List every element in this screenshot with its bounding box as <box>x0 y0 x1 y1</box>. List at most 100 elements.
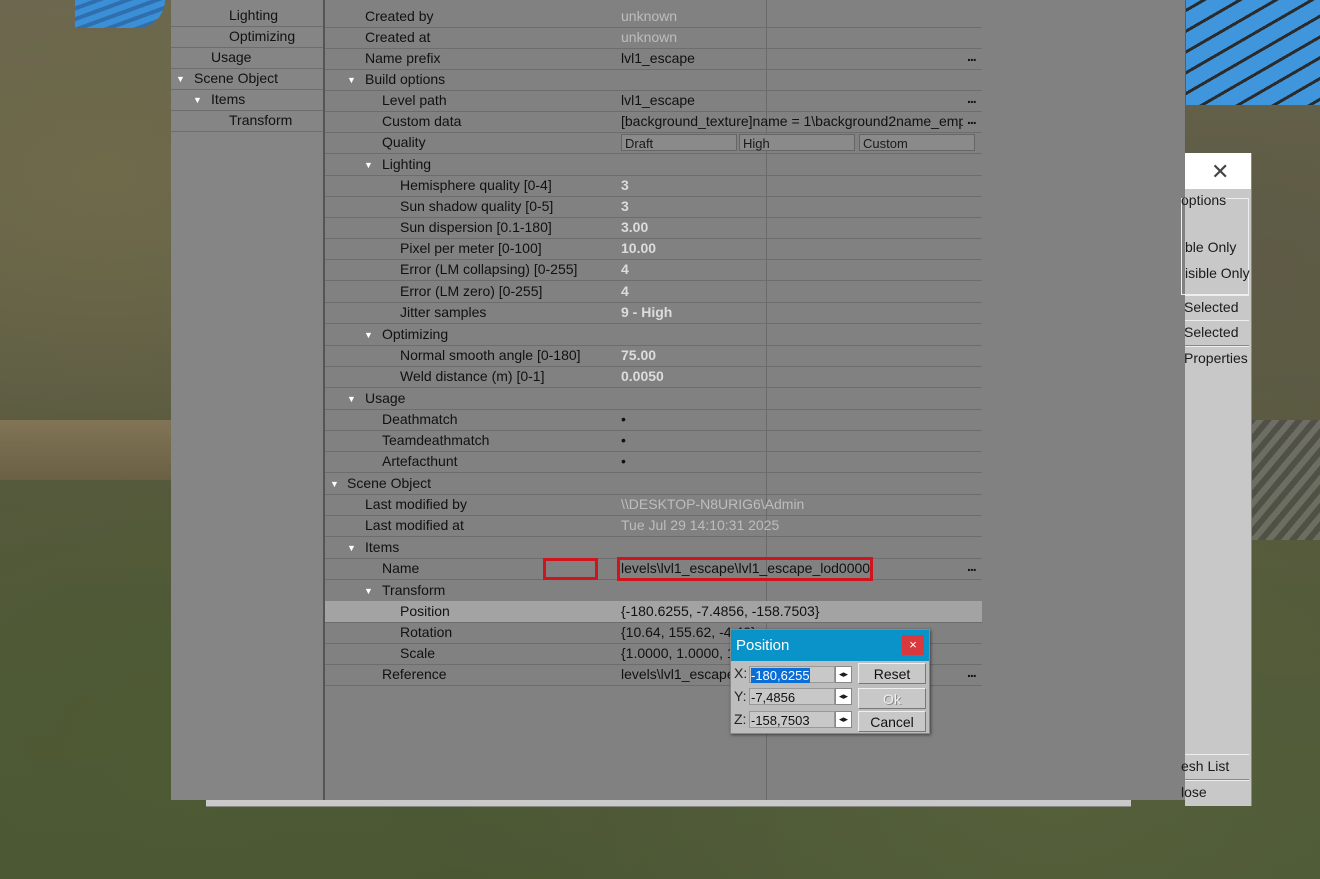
prop-value[interactable]: lvl1_escape <box>621 50 695 66</box>
y-spin-arrows-icon[interactable]: ◂▸ <box>835 688 852 705</box>
expand-arrow-icon[interactable]: ▼ <box>347 394 356 404</box>
prop-row-optimizing[interactable]: ▼ Optimizing <box>325 324 982 346</box>
category-tree: Lighting Optimizing Usage ▼ Scene Object… <box>171 0 325 800</box>
prop-row-created-by[interactable]: Created by unknown <box>325 6 982 28</box>
reset-button[interactable]: Reset <box>858 663 926 684</box>
ellipsis-button[interactable]: ... <box>967 558 977 574</box>
ellipsis-button[interactable]: ... <box>967 111 977 127</box>
prop-row-deathmatch[interactable]: Deathmatch • <box>325 409 982 431</box>
prop-row-last-modified-at[interactable]: Last modified at Tue Jul 29 14:10:31 202… <box>325 515 982 537</box>
prop-value[interactable]: 0.0050 <box>621 368 664 384</box>
prop-row-teamdeathmatch[interactable]: Teamdeathmatch • <box>325 430 982 452</box>
checkbox-deathmatch[interactable]: • <box>621 411 626 427</box>
prop-name: Scale <box>400 645 436 661</box>
prop-row-normal-smooth[interactable]: Normal smooth angle [0-180] 75.00 <box>325 345 982 367</box>
z-spin-arrows-icon[interactable]: ◂▸ <box>835 711 852 728</box>
highlight-box-name-label <box>543 558 598 580</box>
prop-row-last-modified-by[interactable]: Last modified by \\DESKTOP-N8URIG6\Admin <box>325 494 982 516</box>
prop-name: Last modified at <box>365 517 464 533</box>
prop-row-created-at[interactable]: Created at unknown <box>325 27 982 49</box>
prop-row-name-prefix[interactable]: Name prefix lvl1_escape ... <box>325 48 982 70</box>
background-road <box>1250 420 1320 540</box>
prop-value[interactable]: 4 <box>621 283 629 299</box>
expand-arrow-icon[interactable]: ▼ <box>193 95 202 105</box>
prop-row-lighting[interactable]: ▼ Lighting <box>325 154 982 176</box>
prop-row-pixel-per-meter[interactable]: Pixel per meter [0-100] 10.00 <box>325 238 982 260</box>
prop-row-sun-shadow[interactable]: Sun shadow quality [0-5] 3 <box>325 196 982 218</box>
radio-invisible-only[interactable]: isible Only <box>1185 265 1250 281</box>
prop-value[interactable]: 10.00 <box>621 240 656 256</box>
ok-button[interactable]: Ok <box>858 688 926 709</box>
prop-row-custom-data[interactable]: Custom data [background_texture]name = 1… <box>325 111 982 133</box>
tree-item-transform[interactable]: Transform <box>171 110 323 132</box>
close-icon[interactable]: × <box>902 635 924 655</box>
prop-row-scene-object[interactable]: ▼ Scene Object <box>325 473 982 495</box>
expand-arrow-icon[interactable]: ▼ <box>364 160 373 170</box>
quality-draft-button[interactable]: Draft <box>621 134 737 151</box>
prop-value[interactable]: [background_texture]name = 1\background2… <box>621 113 963 129</box>
mesh-list-button[interactable]: esh List <box>1181 754 1249 780</box>
prop-row-usage[interactable]: ▼ Usage <box>325 388 982 410</box>
expand-arrow-icon[interactable]: ▼ <box>364 330 373 340</box>
tree-item-usage[interactable]: Usage <box>171 47 323 69</box>
cancel-button[interactable]: Cancel <box>858 711 926 732</box>
expand-arrow-icon[interactable]: ▼ <box>364 586 373 596</box>
prop-value[interactable]: 9 - High <box>621 304 672 320</box>
prop-name: Reference <box>382 666 447 682</box>
close-button[interactable]: lose <box>1181 780 1249 805</box>
prop-row-sun-dispersion[interactable]: Sun dispersion [0.1-180] 3.00 <box>325 217 982 239</box>
background-ground <box>0 420 172 480</box>
x-label: X: <box>734 665 748 681</box>
prop-row-weld-distance[interactable]: Weld distance (m) [0-1] 0.0050 <box>325 366 982 388</box>
ellipsis-button[interactable]: ... <box>967 48 977 64</box>
tree-item-optimizing[interactable]: Optimizing <box>171 26 323 48</box>
tree-item-label: Optimizing <box>229 28 296 44</box>
prop-row-error-lm-zero[interactable]: Error (LM zero) [0-255] 4 <box>325 281 982 303</box>
close-icon[interactable]: ✕ <box>1211 159 1229 185</box>
horizontal-scrollbar[interactable] <box>206 800 1131 807</box>
prop-name: Weld distance (m) [0-1] <box>400 368 545 384</box>
prop-value[interactable]: 4 <box>621 261 629 277</box>
ellipsis-button[interactable]: ... <box>967 664 977 680</box>
select-selected-button[interactable]: Selected <box>1184 295 1249 321</box>
x-input[interactable]: -180,6255 <box>749 666 835 683</box>
tree-item-label: Usage <box>211 49 252 65</box>
prop-row-jitter-samples[interactable]: Jitter samples 9 - High <box>325 302 982 324</box>
x-spin-arrows-icon[interactable]: ◂▸ <box>835 666 852 683</box>
quality-high-button[interactable]: High <box>739 134 855 151</box>
tree-item-items[interactable]: ▼ Items <box>171 89 323 111</box>
expand-arrow-icon[interactable]: ▼ <box>347 543 356 553</box>
checkbox-artefacthunt[interactable]: • <box>621 453 626 469</box>
expand-arrow-icon[interactable]: ▼ <box>347 75 356 85</box>
prop-row-level-path[interactable]: Level path lvl1_escape ... <box>325 90 982 112</box>
prop-row-hemisphere[interactable]: Hemisphere quality [0-4] 3 <box>325 175 982 197</box>
tree-item-label: Scene Object <box>194 70 279 86</box>
z-input[interactable]: -158,7503 <box>749 711 835 728</box>
prop-value[interactable]: 3 <box>621 198 629 214</box>
expand-arrow-icon[interactable]: ▼ <box>176 74 185 84</box>
prop-row-build-options[interactable]: ▼ Build options <box>325 69 982 91</box>
prop-value[interactable]: 75.00 <box>621 347 656 363</box>
deselect-selected-button[interactable]: Selected <box>1184 320 1249 346</box>
prop-row-position[interactable]: Position {-180.6255, -7.4856, -158.7503} <box>325 601 982 623</box>
expand-arrow-icon[interactable]: ▼ <box>330 479 339 489</box>
checkbox-teamdeathmatch[interactable]: • <box>621 432 626 448</box>
radio-visible-only[interactable]: ble Only <box>1185 239 1236 255</box>
prop-row-artefacthunt[interactable]: Artefacthunt • <box>325 451 982 473</box>
prop-value[interactable]: 3.00 <box>621 219 648 235</box>
prop-row-transform[interactable]: ▼ Transform <box>325 580 982 602</box>
tree-item-scene-object[interactable]: ▼ Scene Object <box>171 68 323 90</box>
ellipsis-button[interactable]: ... <box>967 90 977 106</box>
prop-row-error-lm-collapsing[interactable]: Error (LM collapsing) [0-255] 4 <box>325 259 982 281</box>
prop-name: Error (LM collapsing) [0-255] <box>400 261 578 277</box>
prop-value[interactable]: lvl1_escape <box>621 92 695 108</box>
prop-row-quality[interactable]: Quality Draft High Custom <box>325 132 982 154</box>
properties-button[interactable]: Properties <box>1184 346 1249 371</box>
position-dialog-titlebar[interactable]: Position × <box>731 630 929 661</box>
prop-value[interactable]: {-180.6255, -7.4856, -158.7503} <box>621 603 820 619</box>
y-input[interactable]: -7,4856 <box>749 688 835 705</box>
tree-item-lighting[interactable]: Lighting <box>171 5 323 27</box>
quality-custom-button[interactable]: Custom <box>859 134 975 151</box>
prop-value[interactable]: 3 <box>621 177 629 193</box>
prop-row-items[interactable]: ▼ Items <box>325 537 982 559</box>
